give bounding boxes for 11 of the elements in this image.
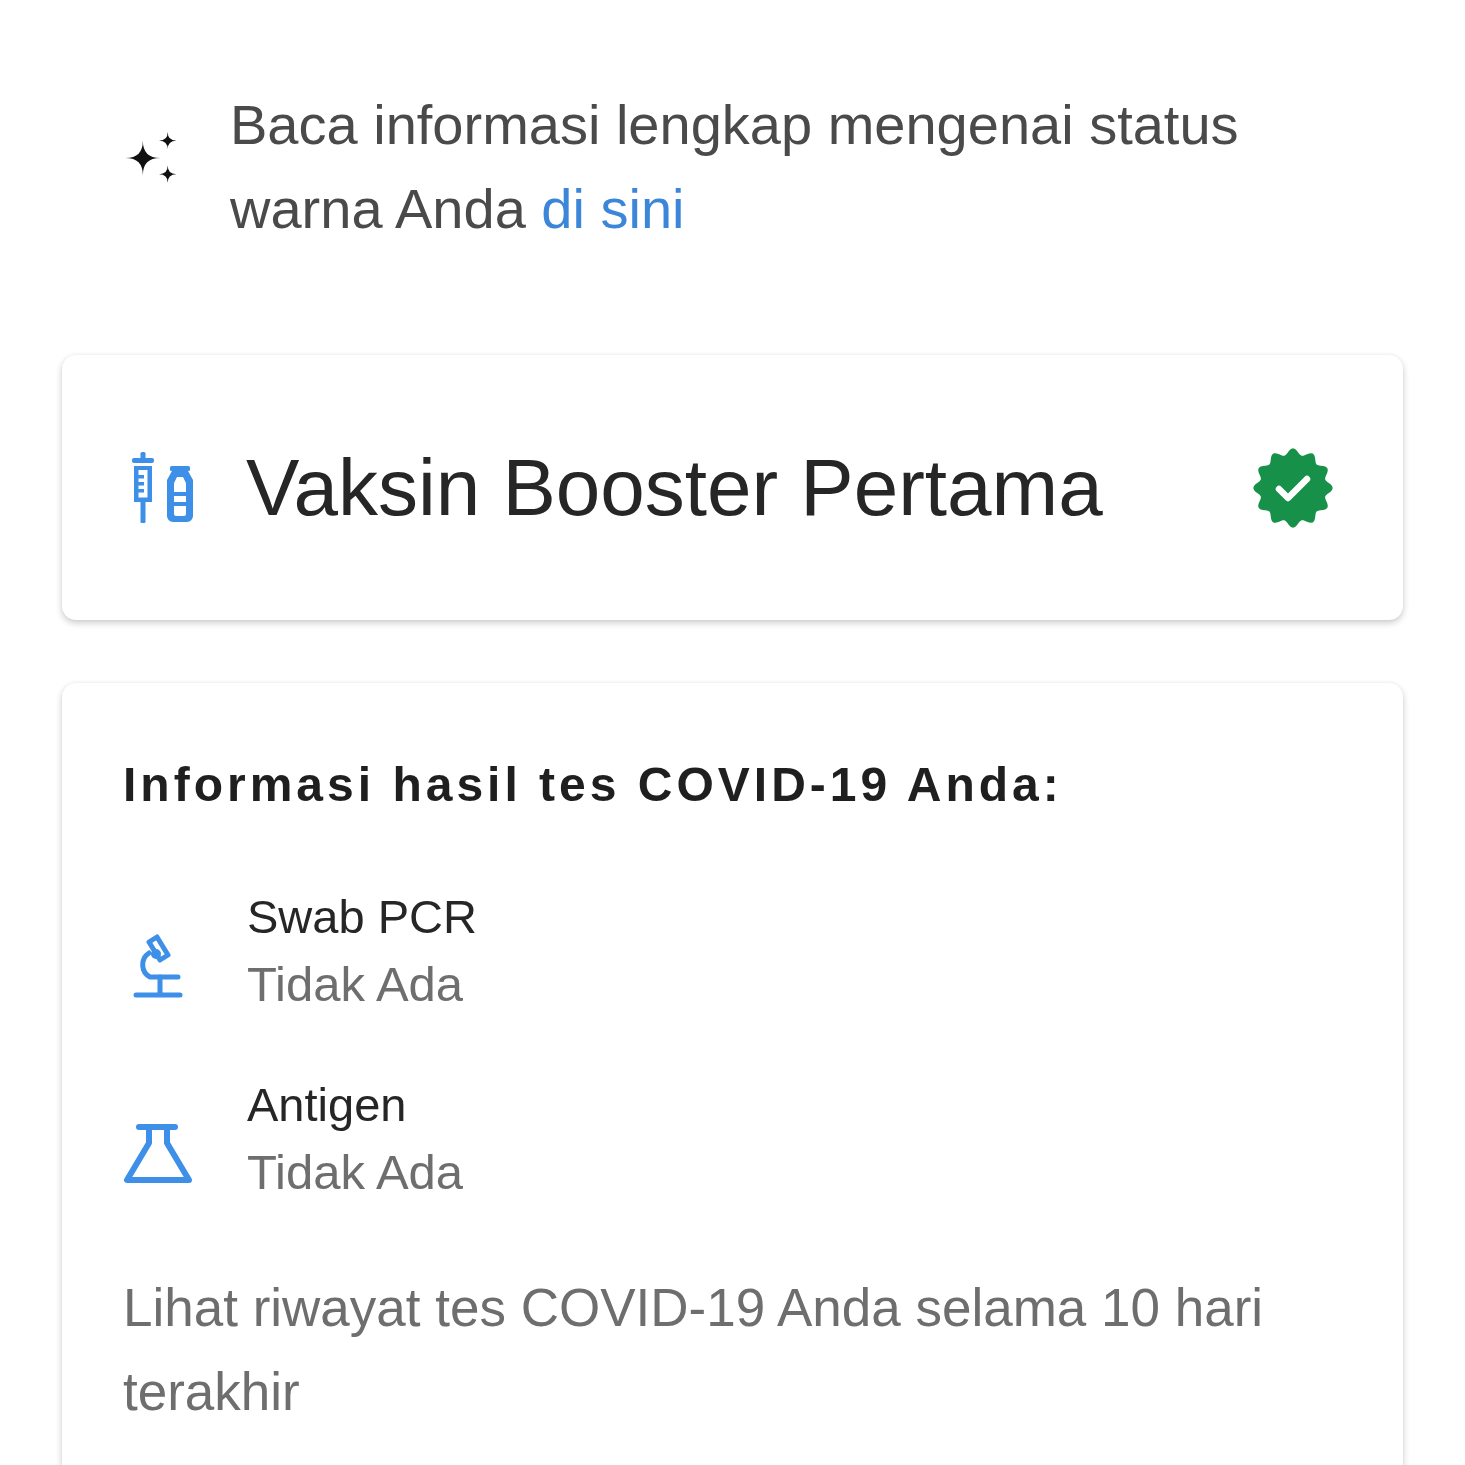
test-results-heading: Informasi hasil tes COVID-19 Anda:: [123, 757, 1064, 813]
test-result: Tidak Ada: [247, 956, 465, 1013]
flask-icon: [123, 1123, 193, 1185]
test-history-text: Lihat riwayat tes COVID-19 Anda selama 10 hari terakhir: [123, 1277, 1265, 1423]
info-link[interactable]: di sini: [541, 177, 685, 240]
microscope-icon: [132, 933, 184, 999]
test-name: Antigen: [247, 1077, 408, 1133]
vaccine-title: Vaksin Booster Pertama: [246, 447, 1104, 528]
info-text: Baca informasi lengkap mengenai status warna Anda di sini: [230, 92, 1240, 242]
test-result: Tidak Ada: [247, 1144, 464, 1201]
test-name: Swab PCR: [247, 889, 477, 945]
